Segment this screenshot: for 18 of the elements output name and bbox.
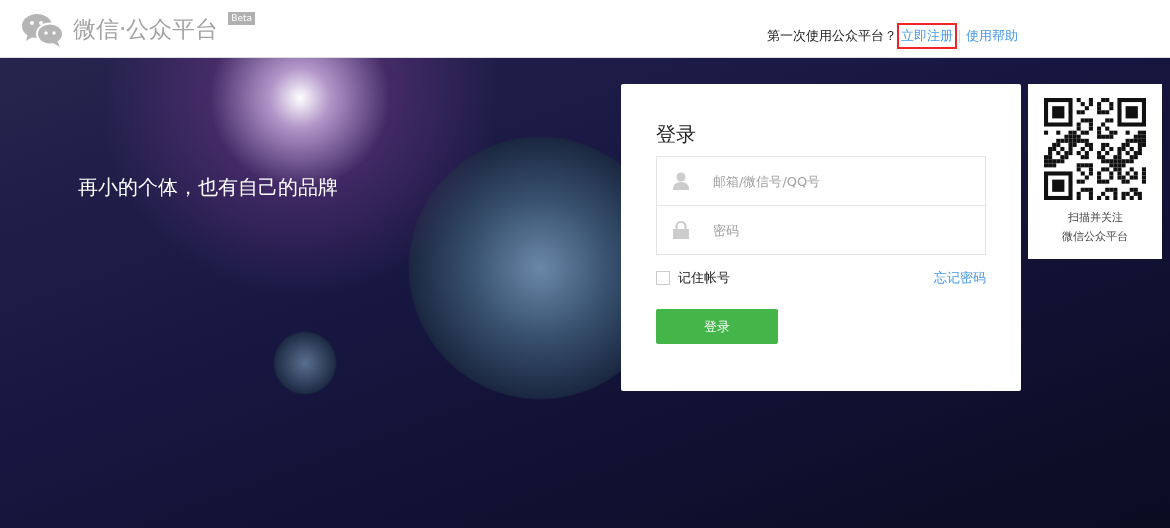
person-icon xyxy=(673,172,689,190)
slogan: 再小的个体，也有自己的品牌 xyxy=(78,174,339,201)
account-field[interactable]: 邮箱/微信号/QQ号 xyxy=(711,172,985,190)
remember-label[interactable]: 记住帐号 xyxy=(678,269,730,287)
qr-caption: 微信公众平台 xyxy=(1062,229,1128,245)
qr-caption: 扫描并关注 xyxy=(1067,210,1123,226)
lock-icon xyxy=(673,221,689,239)
login-title: 登录 xyxy=(656,121,697,148)
help-link[interactable]: 使用帮助 xyxy=(962,23,1022,49)
register-link[interactable]: 立即注册 xyxy=(897,23,957,49)
login-button[interactable]: 登录 xyxy=(656,309,778,344)
remember-checkbox[interactable] xyxy=(656,271,670,285)
forgot-password-link[interactable]: 忘记密码 xyxy=(934,269,986,287)
beta-badge: Beta xyxy=(228,12,256,25)
logo-text: 微信·公众平台 xyxy=(73,15,219,44)
register-prompt: 第一次使用公众平台？ xyxy=(767,27,897,45)
chat-bubbles-icon xyxy=(22,13,64,47)
password-field[interactable]: 密码 xyxy=(711,221,985,239)
